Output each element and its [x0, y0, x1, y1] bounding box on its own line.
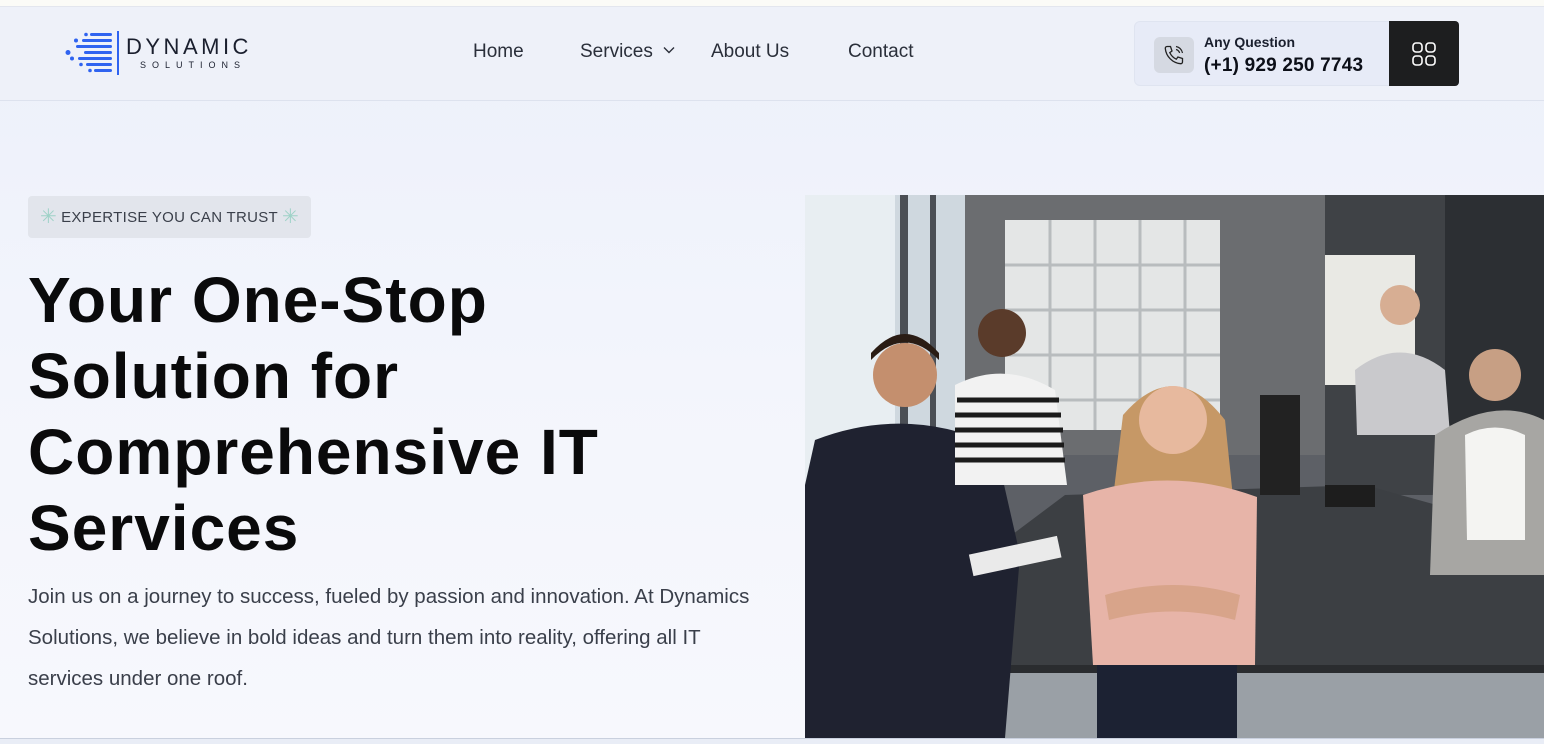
chevron-down-icon — [663, 46, 675, 54]
contact-phone-number[interactable]: (+1) 929 250 7743 — [1204, 55, 1363, 77]
team-photo-illustration — [805, 195, 1544, 738]
brand-tagline: SOLUTIONS — [140, 60, 247, 70]
bottom-edge — [0, 738, 1544, 744]
nav-services-label: Services — [580, 41, 653, 62]
hero-badge: ✳ EXPERTISE YOU CAN TRUST ✳ — [28, 196, 311, 238]
sparkle-icon: ✳ — [40, 206, 58, 228]
brand-logo[interactable]: DYNAMIC SOLUTIONS — [64, 29, 264, 79]
nav-services[interactable]: Services — [580, 41, 675, 63]
logo-mark-icon — [65, 31, 119, 75]
brand-name: DYNAMIC — [126, 34, 252, 59]
hero-title-line: Your One-Stop — [28, 264, 488, 336]
site-header: DYNAMIC SOLUTIONS Home Services About Us… — [0, 7, 1544, 101]
contact-phone-box[interactable]: Any Question (+1) 929 250 7743 — [1134, 21, 1390, 86]
top-strip — [0, 0, 1544, 7]
nav-contact[interactable]: Contact — [848, 41, 913, 63]
grid-menu-icon — [1412, 41, 1436, 66]
hero-title-line: Services — [28, 492, 300, 564]
contact-label: Any Question — [1204, 34, 1296, 50]
hero-title-line: Comprehensive IT — [28, 416, 599, 488]
phone-icon — [1154, 37, 1194, 73]
grid-menu-button[interactable] — [1389, 21, 1459, 86]
sparkle-icon: ✳ — [282, 206, 300, 228]
hero-badge-text: EXPERTISE YOU CAN TRUST — [61, 208, 279, 226]
hero-description: Join us on a journey to success, fueled … — [28, 585, 750, 690]
nav-about-us[interactable]: About Us — [711, 41, 789, 63]
hero-title-line: Solution for — [28, 340, 400, 412]
nav-home[interactable]: Home — [473, 41, 524, 63]
hero-title: Your One-Stop Solution for Comprehensive… — [28, 262, 748, 566]
team-photo — [805, 195, 1544, 738]
